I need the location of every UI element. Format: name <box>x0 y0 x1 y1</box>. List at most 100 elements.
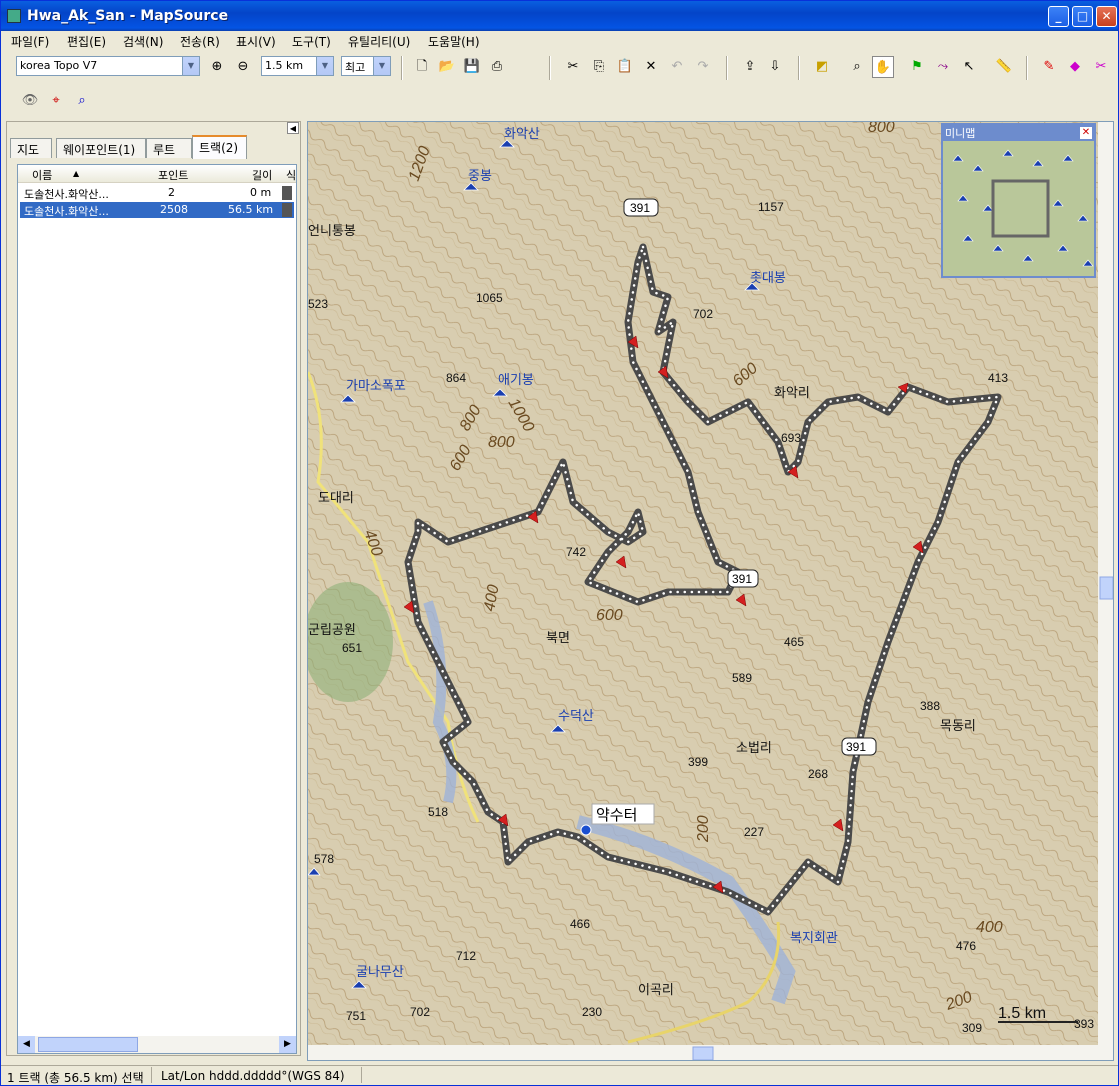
menu-edit[interactable]: 편집(E) <box>67 33 106 50</box>
app-icon <box>7 9 21 23</box>
zoom-out-icon[interactable]: ⊖ <box>232 56 254 78</box>
toolbar-separator <box>798 56 800 80</box>
vertical-scroll-thumb[interactable] <box>1099 576 1113 600</box>
place-label: 북면 <box>546 630 570 645</box>
table-row[interactable]: 도솔천사.화악산... 2 0 m <box>20 185 294 201</box>
cut-icon[interactable]: ✂ <box>562 56 584 78</box>
zoom-tool-icon[interactable]: ⌕ <box>846 56 868 78</box>
print-icon[interactable]: ⎙ <box>486 56 508 78</box>
place-label: 목동리 <box>940 718 976 733</box>
horizontal-scroll-thumb[interactable] <box>692 1046 714 1060</box>
send-to-device-icon[interactable]: ⇪ <box>739 56 761 78</box>
delete-icon[interactable]: ✕ <box>640 56 662 78</box>
status-selection: 1 트랙 (총 56.5 km) 선택 <box>7 1071 144 1085</box>
hand-tool-icon[interactable]: ✋ <box>872 56 894 78</box>
row-points: 2 <box>168 186 175 199</box>
scroll-right-icon[interactable]: ▶ <box>279 1036 296 1053</box>
list-horizontal-scrollbar[interactable]: ◀ ▶ <box>18 1036 296 1053</box>
row-length: 0 m <box>250 186 272 199</box>
elevation-label: 466 <box>570 917 590 931</box>
table-row[interactable]: 도솔천사.화악산... 2508 56.5 km <box>20 202 294 218</box>
elevation-label: 702 <box>693 307 713 321</box>
collapse-panel-icon[interactable]: ◀ <box>287 122 299 134</box>
elevation-label: 465 <box>784 635 804 649</box>
title-bar: Hwa_Ak_San - MapSource _ □ ✕ <box>1 1 1118 31</box>
map-product-value: korea Topo V7 <box>20 59 98 72</box>
row-length: 56.5 km <box>228 203 274 216</box>
status-bar: 1 트랙 (총 56.5 km) 선택 Lat/Lon hddd.ddddd°(… <box>1 1065 1118 1085</box>
elevation-label: 393 <box>1074 1017 1094 1031</box>
peak-label: 수덕산 <box>558 708 594 723</box>
new-file-icon[interactable]: 🗋 <box>411 56 433 78</box>
distance-tool-icon[interactable]: 📏 <box>993 56 1015 78</box>
minimap-close-icon[interactable]: ✕ <box>1080 127 1092 139</box>
row-color-swatch <box>282 203 292 217</box>
scroll-thumb[interactable] <box>38 1037 138 1052</box>
toolbar-separator <box>1026 56 1028 80</box>
find-places-icon[interactable]: ⌖ <box>45 90 67 112</box>
toolbar-separator <box>401 56 403 80</box>
tab-routes[interactable]: 루트 <box>146 138 192 158</box>
scale-label: 1.5 km <box>998 1005 1046 1022</box>
toolbar-separator <box>549 56 551 80</box>
elevation-label: 1157 <box>758 200 784 214</box>
zoom-in-icon[interactable]: ⊕ <box>206 56 228 78</box>
contour-label: 600 <box>596 607 623 624</box>
menu-find[interactable]: 검색(N) <box>123 33 163 50</box>
minimap-window[interactable]: 미니맵 ✕ <box>941 123 1096 278</box>
close-button[interactable]: ✕ <box>1096 6 1117 27</box>
track-draw-tool-icon[interactable]: ✎ <box>1038 56 1060 78</box>
column-points[interactable]: 포인트 <box>158 167 188 183</box>
waypoint-label: 약수터 <box>596 807 637 824</box>
detail-select[interactable]: 최고 ▼ <box>341 56 391 76</box>
column-extra[interactable]: 식 <box>286 167 296 183</box>
route-tool-icon[interactable]: ⤳ <box>932 56 954 78</box>
route-shield: 391 <box>727 569 759 588</box>
save-icon[interactable]: 💾 <box>461 56 483 78</box>
undo-icon[interactable]: ↶ <box>666 56 688 78</box>
minimap-view[interactable] <box>943 141 1094 276</box>
menu-utilities[interactable]: 유틸리티(U) <box>348 33 410 50</box>
elevation-label: 309 <box>962 1021 982 1035</box>
waypoint-tool-icon[interactable]: ⚑ <box>906 56 928 78</box>
maximize-button[interactable]: □ <box>1072 6 1093 27</box>
map-tool-icon[interactable]: ◩ <box>811 56 833 78</box>
paste-icon[interactable]: 📋 <box>614 56 636 78</box>
place-label: 복지회관 <box>790 930 838 945</box>
menu-view[interactable]: 표시(V) <box>236 33 276 50</box>
peak-label: 화악산 <box>504 126 540 141</box>
tab-tracks[interactable]: 트랙(2) <box>192 135 247 159</box>
find-nearby-icon[interactable]: ⌕ <box>71 90 93 112</box>
map-product-select[interactable]: korea Topo V7 ▼ <box>16 56 200 76</box>
window-title: Hwa_Ak_San - MapSource <box>27 8 229 24</box>
copy-icon[interactable]: ⎘ <box>588 56 610 78</box>
eraser-tool-icon[interactable]: ◆ <box>1064 56 1086 78</box>
status-coords: Lat/Lon hddd.ddddd°(WGS 84) <box>161 1069 345 1083</box>
elevation-label: 413 <box>988 371 1008 385</box>
find-binoculars-icon[interactable]: 👁 <box>19 90 41 112</box>
place-label: 소법리 <box>736 740 772 755</box>
menu-help[interactable]: 도움말(H) <box>428 33 480 50</box>
route-shield-label: 391 <box>846 740 866 754</box>
tab-map[interactable]: 지도 <box>10 138 52 158</box>
minimize-button[interactable]: _ <box>1048 6 1069 27</box>
track-select-tool-icon[interactable]: ✂ <box>1090 56 1112 78</box>
menu-file[interactable]: 파일(F) <box>11 33 49 50</box>
redo-icon[interactable]: ↷ <box>692 56 714 78</box>
column-name[interactable]: 이름 <box>32 167 52 183</box>
elevation-label: 518 <box>428 805 448 819</box>
chevron-down-icon: ▼ <box>373 57 390 75</box>
list-header: 이름 ▲ 포인트 길이 식 <box>18 165 296 183</box>
column-length[interactable]: 길이 <box>252 167 272 183</box>
menu-transfer[interactable]: 전송(R) <box>180 33 220 50</box>
scroll-left-icon[interactable]: ◀ <box>18 1036 35 1053</box>
receive-from-device-icon[interactable]: ⇩ <box>764 56 786 78</box>
menu-tools[interactable]: 도구(T) <box>292 33 331 50</box>
row-name: 도솔천사.화악산... <box>24 205 109 218</box>
contour-label: 200 <box>695 815 712 843</box>
elevation-label: 864 <box>446 371 466 385</box>
open-folder-icon[interactable]: 📂 <box>436 56 458 78</box>
selection-tool-icon[interactable]: ↖ <box>958 56 980 78</box>
zoom-level-select[interactable]: 1.5 km ▼ <box>261 56 334 76</box>
tab-waypoints[interactable]: 웨이포인트(1) <box>56 138 146 158</box>
